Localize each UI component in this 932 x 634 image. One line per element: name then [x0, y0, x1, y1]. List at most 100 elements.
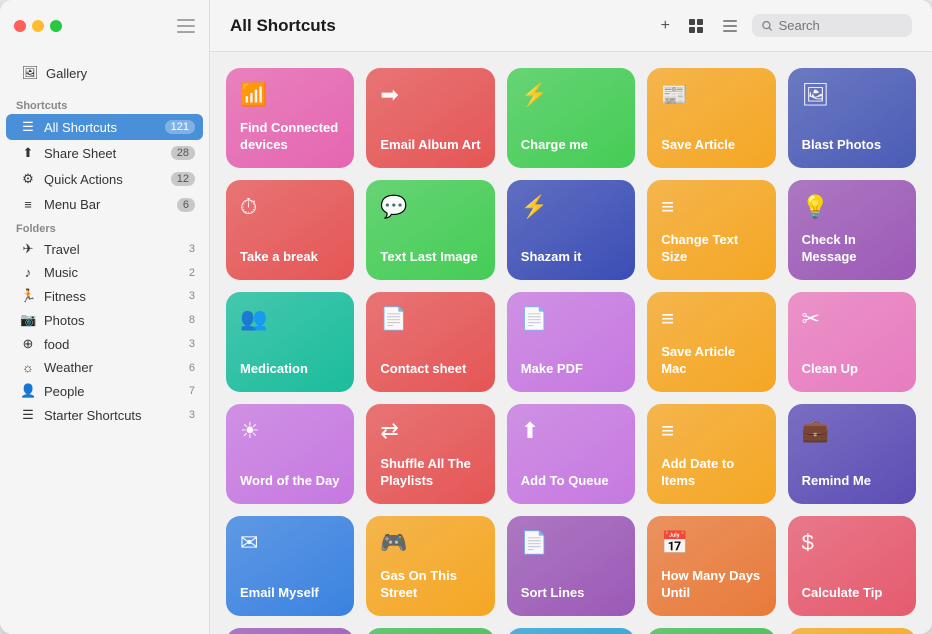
minimize-button[interactable]: [32, 20, 44, 32]
folder-people[interactable]: 👤 People 7: [6, 379, 203, 403]
shortcut-card-email-myself[interactable]: ✉Email Myself: [226, 516, 354, 616]
menu-bar-label: Menu Bar: [44, 197, 100, 212]
shortcut-card-gas-street[interactable]: 🎮 Gas On This Street: [366, 516, 494, 616]
card-icon-add-date-items: ≡: [661, 418, 761, 444]
list-view-button[interactable]: [718, 14, 742, 38]
sidebar-toggle-icon[interactable]: [177, 19, 195, 33]
starter-icon: ☰: [20, 407, 36, 423]
sidebar-item-menu-bar[interactable]: ≡ Menu Bar 6: [6, 192, 203, 217]
shortcut-card-contact-sheet[interactable]: 📄 Contact sheet: [366, 292, 494, 392]
card-label-clean-up: Clean Up: [802, 361, 902, 378]
shortcut-card-shazam-it[interactable]: ⚡Shazam it: [507, 180, 635, 280]
shortcut-card-text-last-image[interactable]: 💬Text Last Image: [366, 180, 494, 280]
folder-weather[interactable]: ☼ Weather 6: [6, 356, 203, 379]
photos-label: Photos: [44, 313, 84, 328]
search-input[interactable]: [779, 18, 902, 33]
folder-starter[interactable]: ☰ Starter Shortcuts 3: [6, 403, 203, 427]
shortcut-card-infinite-loop[interactable]: ⬡Infinite Loop: [647, 628, 775, 634]
card-icon-make-pdf: 📄: [521, 306, 621, 332]
people-label: People: [44, 384, 84, 399]
card-icon-find-connected: 📶: [240, 82, 340, 108]
card-icon-save-article: 📰: [661, 82, 761, 108]
music-icon: ♪: [20, 265, 36, 280]
main-header: All Shortcuts +: [210, 0, 932, 52]
folder-fitness[interactable]: 🏃 Fitness 3: [6, 284, 203, 308]
card-label-medication: Medication: [240, 361, 340, 378]
gallery-section: 🖼 Gallery: [0, 52, 209, 94]
main-content: All Shortcuts +: [210, 0, 932, 634]
shortcut-card-take-break[interactable]: ⏱Take a break: [226, 180, 354, 280]
card-label-gas-street: Gas On This Street: [380, 568, 480, 602]
card-label-charge-me: Charge me: [521, 137, 621, 154]
shortcut-card-how-many-days[interactable]: 📅How Many Days Until: [647, 516, 775, 616]
share-sheet-badge: 28: [171, 146, 195, 160]
traffic-lights: [14, 20, 62, 32]
card-label-add-date-items: Add Date to Items: [661, 456, 761, 490]
card-icon-contact-sheet: 📄: [380, 306, 480, 332]
shortcut-card-remind-me[interactable]: 💼Remind Me: [788, 404, 916, 504]
weather-badge: 6: [189, 362, 195, 374]
folders-nav: ✈ Travel 3 ♪ Music 2 🏃 Fitness 3 📷 Photo…: [0, 237, 209, 427]
grid-view-button[interactable]: [684, 14, 708, 38]
shortcut-card-medication[interactable]: 👥 Medication: [226, 292, 354, 392]
card-label-make-pdf: Make PDF: [521, 361, 621, 378]
shortcut-card-place-to-eat[interactable]: 🎨Place To Eat: [226, 628, 354, 634]
shortcut-card-blast-photos[interactable]: 🖼Blast Photos: [788, 68, 916, 168]
close-button[interactable]: [14, 20, 26, 32]
card-label-save-article: Save Article: [661, 137, 761, 154]
shortcut-card-charge-me[interactable]: ⚡Charge me: [507, 68, 635, 168]
quick-actions-icon: ⚙: [20, 171, 36, 187]
grid-icon: [688, 18, 704, 34]
shortcut-card-add-date-items[interactable]: ≡ Add Date to Items: [647, 404, 775, 504]
sidebar-item-all-shortcuts[interactable]: ☰ All Shortcuts 121: [6, 114, 203, 140]
app-window: 🖼 Gallery Shortcuts ☰ All Shortcuts 121 …: [0, 0, 932, 634]
shortcut-card-change-text-size[interactable]: ≡Change Text Size: [647, 180, 775, 280]
card-icon-gas-street: 🎮: [380, 530, 480, 556]
sidebar-titlebar: [0, 0, 209, 52]
card-label-check-in-message: Check In Message: [802, 232, 902, 266]
shortcut-card-save-article-mac[interactable]: ≡Save Article Mac: [647, 292, 775, 392]
shortcut-card-sort-lines[interactable]: 📄Sort Lines: [507, 516, 635, 616]
fitness-label: Fitness: [44, 289, 86, 304]
shortcut-card-shuffle-playlists[interactable]: ⇄Shuffle All The Playlists: [366, 404, 494, 504]
card-icon-take-break: ⏱: [240, 194, 340, 220]
shortcut-card-add-to-queue[interactable]: ⬆Add To Queue: [507, 404, 635, 504]
card-label-calculate-tip: Calculate Tip: [802, 585, 902, 602]
list-icon: [722, 18, 738, 34]
folder-music[interactable]: ♪ Music 2: [6, 261, 203, 284]
maximize-button[interactable]: [50, 20, 62, 32]
music-label: Music: [44, 265, 78, 280]
shortcut-card-find-connected[interactable]: 📶Find Connected devices: [226, 68, 354, 168]
folders-section-label: Folders: [0, 217, 209, 237]
shortcut-card-word-of-day[interactable]: ☀Word of the Day: [226, 404, 354, 504]
shortcut-card-calculate-tip[interactable]: $Calculate Tip: [788, 516, 916, 616]
card-icon-save-article-mac: ≡: [661, 306, 761, 332]
add-shortcut-button[interactable]: +: [657, 13, 674, 39]
shortcut-card-email-album[interactable]: ➡Email Album Art: [366, 68, 494, 168]
card-icon-check-in-message: 💡: [802, 194, 902, 220]
shortcut-card-save-article[interactable]: 📰 Save Article: [647, 68, 775, 168]
folder-photos[interactable]: 📷 Photos 8: [6, 308, 203, 332]
folder-travel[interactable]: ✈ Travel 3: [6, 237, 203, 261]
travel-icon: ✈: [20, 241, 36, 257]
shortcuts-grid: 📶Find Connected devices➡Email Album Art⚡…: [210, 52, 932, 634]
shortcuts-nav: ☰ All Shortcuts 121 ⬆ Share Sheet 28 ⚙ Q…: [0, 114, 209, 217]
share-sheet-label: Share Sheet: [44, 146, 116, 161]
card-label-contact-sheet: Contact sheet: [380, 361, 480, 378]
photos-badge: 8: [189, 314, 195, 326]
card-icon-medication: 👥: [240, 306, 340, 332]
shortcut-card-make-pdf[interactable]: 📄 Make PDF: [507, 292, 635, 392]
sidebar-item-quick-actions[interactable]: ⚙ Quick Actions 12: [6, 166, 203, 192]
shortcut-card-screenshots[interactable]: ⬡Screenshots: [366, 628, 494, 634]
shortcut-card-check-in-message[interactable]: 💡 Check In Message: [788, 180, 916, 280]
gallery-item[interactable]: 🖼 Gallery: [14, 60, 195, 86]
shortcut-card-clean-up[interactable]: ✂Clean Up: [788, 292, 916, 392]
shortcut-card-content-graph[interactable]: ⬡Content Graph: [788, 628, 916, 634]
shortcut-card-location-to-mother[interactable]: ➤Location to Mother: [507, 628, 635, 634]
all-shortcuts-badge: 121: [165, 120, 195, 134]
card-icon-email-myself: ✉: [240, 530, 340, 556]
folder-food[interactable]: ⊕ food 3: [6, 332, 203, 356]
weather-label: Weather: [44, 360, 93, 375]
sidebar-item-share-sheet[interactable]: ⬆ Share Sheet 28: [6, 140, 203, 166]
card-icon-add-to-queue: ⬆: [521, 418, 621, 444]
